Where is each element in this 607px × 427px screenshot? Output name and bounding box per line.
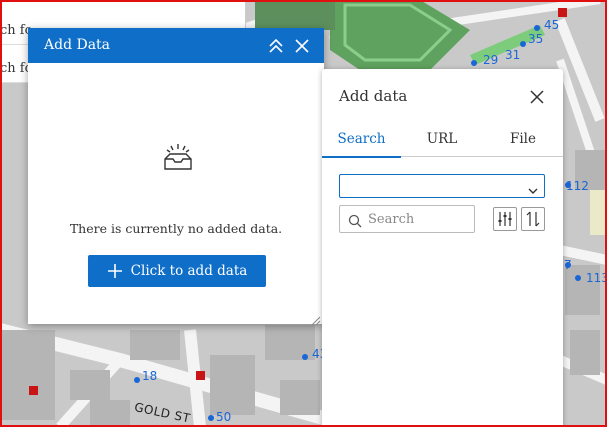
sort-button[interactable] [521, 207, 545, 231]
search-placeholder: Search [368, 212, 415, 227]
screen: 45 35 29 31 112 7 113 18 50 43 GOLD ST c… [0, 0, 607, 427]
add-data-button-label: Click to add data [130, 263, 248, 279]
map-number-label: 18 [142, 369, 158, 383]
map-number-label: 113 [586, 271, 607, 285]
search-row: Search [339, 205, 549, 233]
source-select[interactable] [339, 174, 545, 198]
add-data-button[interactable]: Click to add data [88, 255, 266, 287]
close-icon[interactable] [529, 89, 545, 105]
empty-tray-icon [161, 141, 195, 175]
add-data-panel: Add data Search URL File Search [322, 69, 563, 427]
tab-search[interactable]: Search [322, 129, 401, 158]
panel-title: Add data [339, 87, 408, 105]
sort-icon [526, 211, 540, 227]
double-chevron-up-icon[interactable] [266, 36, 286, 56]
tab-file[interactable]: File [483, 129, 563, 156]
widget-body: There is currently no added data. Click … [28, 63, 324, 326]
map-number-label: 50 [216, 410, 232, 424]
add-data-widget: Add Data There is currently no added dat… [28, 28, 324, 326]
map-number-label: 112 [566, 179, 589, 193]
map-number-label: 7 [564, 258, 572, 272]
filter-sliders-icon [498, 212, 512, 226]
search-input[interactable]: Search [339, 205, 475, 233]
search-icon [348, 213, 362, 228]
map-number-label: 31 [505, 48, 521, 62]
plus-icon [107, 264, 122, 278]
tab-url[interactable]: URL [402, 129, 482, 156]
map-number-label: 35 [528, 32, 544, 46]
widget-title: Add Data [44, 37, 111, 53]
widget-header[interactable]: Add Data [28, 28, 324, 63]
chevron-down-icon [528, 181, 538, 194]
resize-grip-icon[interactable] [311, 311, 321, 326]
map-number-label: 45 [544, 18, 560, 32]
empty-message: There is currently no added data. [69, 221, 283, 236]
map-number-label: 29 [483, 53, 499, 67]
close-icon[interactable] [292, 36, 312, 56]
filter-button[interactable] [493, 207, 517, 231]
tab-bar: Search URL File [322, 129, 563, 158]
